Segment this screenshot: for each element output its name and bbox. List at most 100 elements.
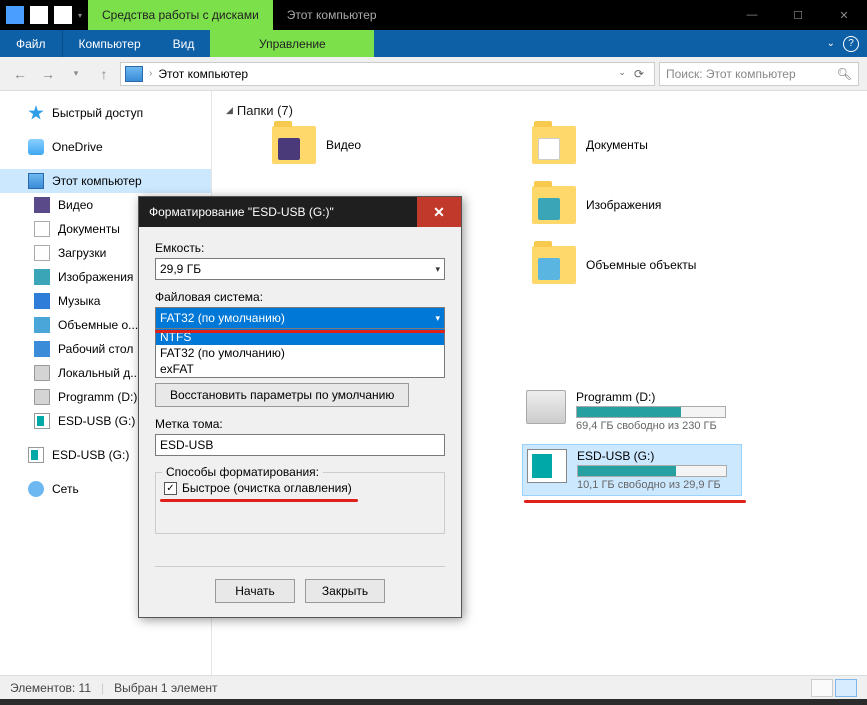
quick-access-toolbar: ▾ (0, 0, 88, 30)
folder-label: Видео (326, 138, 361, 152)
drive-icon (34, 365, 50, 381)
minimize-button[interactable]: — (729, 0, 775, 30)
capacity-value: 29,9 ГБ (160, 262, 201, 276)
desktop-icon (34, 341, 50, 357)
search-input[interactable]: Поиск: Этот компьютер 🔍︎ (659, 62, 859, 86)
document-icon (34, 221, 50, 237)
nav-back-button[interactable]: ← (8, 62, 32, 86)
folder-video[interactable]: Видео (272, 126, 361, 164)
filesystem-select[interactable]: FAT32 (по умолчанию) ▾ (155, 307, 445, 329)
folder-icon (532, 246, 576, 284)
app-icon-3 (54, 6, 72, 24)
annotation-underline (160, 499, 358, 502)
start-button[interactable]: Начать (215, 579, 295, 603)
location-pc-icon (125, 66, 143, 82)
capacity-bar (576, 406, 726, 418)
sidebar-quick-access[interactable]: Быстрый доступ (0, 101, 211, 125)
sidebar-label: Изображения (58, 270, 133, 284)
usb-drive-icon (527, 449, 567, 483)
annotation-underline (524, 500, 746, 503)
search-placeholder: Поиск: Этот компьютер (666, 67, 796, 81)
menu-view[interactable]: Вид (157, 30, 211, 57)
sidebar-label: Этот компьютер (52, 174, 142, 188)
close-dialog-button[interactable]: Закрыть (305, 579, 385, 603)
explorer-icon (6, 6, 24, 24)
folder-documents[interactable]: Документы (532, 126, 648, 164)
annotation-underline (155, 330, 445, 333)
drive-programm[interactable]: Programm (D:) 69,4 ГБ свободно из 230 ГБ (522, 386, 742, 436)
capacity-bar (577, 465, 727, 477)
status-item-count: Элементов: 11 (10, 681, 91, 695)
fs-option-fat32[interactable]: FAT32 (по умолчанию) (156, 345, 444, 361)
breadcrumb-chevron-icon: › (149, 68, 152, 79)
sidebar-label: Документы (58, 222, 120, 236)
folder-label: Объемные объекты (586, 258, 696, 272)
network-icon (28, 481, 44, 497)
folder-icon (272, 126, 316, 164)
folder-3dobjects[interactable]: Объемные объекты (532, 246, 696, 284)
sidebar-label: Музыка (58, 294, 100, 308)
sidebar-label: ESD-USB (G:) (52, 448, 129, 462)
view-tiles-button[interactable] (835, 679, 857, 697)
pc-icon (28, 173, 44, 189)
menu-file[interactable]: Файл (0, 30, 63, 57)
usb-icon (28, 447, 44, 463)
window-title: Этот компьютер (273, 0, 391, 30)
drive-icon (34, 389, 50, 405)
dialog-titlebar[interactable]: Форматирование "ESD-USB (G:)" ✕ (139, 197, 461, 227)
cloud-icon (28, 139, 44, 155)
search-icon[interactable]: 🔍︎ (837, 67, 852, 81)
view-details-button[interactable] (811, 679, 833, 697)
menu-computer[interactable]: Компьютер (63, 30, 157, 57)
format-dialog: Форматирование "ESD-USB (G:)" ✕ Емкость:… (138, 196, 462, 618)
restore-defaults-button[interactable]: Восстановить параметры по умолчанию (155, 383, 409, 407)
address-dropdown-icon[interactable]: ⌄ (618, 67, 626, 81)
image-icon (34, 269, 50, 285)
fs-option-exfat[interactable]: exFAT (156, 361, 444, 377)
section-title: Папки (7) (237, 103, 293, 118)
video-icon (34, 197, 50, 213)
ribbon-menu: Файл Компьютер Вид Управление ⌄ ? (0, 30, 867, 57)
sidebar-onedrive[interactable]: OneDrive (0, 135, 211, 159)
nav-up-button[interactable]: ↑ (92, 62, 116, 86)
drive-name: Programm (D:) (576, 390, 738, 404)
capacity-select[interactable]: 29,9 ГБ ▾ (155, 258, 445, 280)
sidebar-this-pc[interactable]: Этот компьютер (0, 169, 211, 193)
maximize-button[interactable]: ☐ (775, 0, 821, 30)
volume-label-input[interactable]: ESD-USB (155, 434, 445, 456)
address-bar[interactable]: › Этот компьютер ⌄ ⟳ (120, 62, 655, 86)
help-icon[interactable]: ? (843, 36, 859, 52)
sidebar-label: Объемные о... (58, 318, 138, 332)
capacity-label: Емкость: (155, 241, 445, 255)
checkbox-icon: ✓ (164, 482, 177, 495)
collapse-icon[interactable]: ◢ (226, 105, 233, 116)
drive-name: ESD-USB (G:) (577, 449, 737, 463)
star-icon (28, 105, 44, 121)
quick-format-checkbox[interactable]: ✓ Быстрое (очистка оглавления) (164, 481, 436, 495)
nav-forward-button[interactable]: → (36, 62, 60, 86)
address-refresh-icon[interactable]: ⟳ (628, 67, 650, 81)
address-location[interactable]: Этот компьютер (158, 67, 248, 81)
section-folders[interactable]: ◢ Папки (7) (226, 103, 867, 118)
ribbon-expand-icon[interactable]: ⌄ (827, 38, 835, 49)
objects-icon (34, 317, 50, 333)
dialog-title: Форматирование "ESD-USB (G:)" (149, 205, 334, 219)
format-options-fieldset: Способы форматирования: ✓ Быстрое (очист… (155, 472, 445, 534)
sidebar-label: Programm (D:) (58, 390, 137, 404)
drive-capacity-text: 69,4 ГБ свободно из 230 ГБ (576, 420, 738, 432)
drive-esd-usb[interactable]: ESD-USB (G:) 10,1 ГБ свободно из 29,9 ГБ (522, 444, 742, 496)
filesystem-value: FAT32 (по умолчанию) (160, 311, 285, 325)
sidebar-label: OneDrive (52, 140, 103, 154)
folder-images[interactable]: Изображения (532, 186, 661, 224)
sidebar-label: ESD-USB (G:) (58, 414, 135, 428)
close-button[interactable]: ✕ (821, 0, 867, 30)
drive-capacity-text: 10,1 ГБ свободно из 29,9 ГБ (577, 479, 737, 491)
dialog-close-button[interactable]: ✕ (417, 197, 461, 227)
ribbon-context-label: Средства работы с дисками (88, 0, 273, 30)
format-methods-label: Способы форматирования: (162, 465, 323, 479)
menu-manage[interactable]: Управление (210, 30, 374, 57)
folder-icon (532, 186, 576, 224)
nav-recent-icon[interactable]: ▾ (64, 62, 88, 86)
qat-overflow[interactable]: ▾ (78, 11, 82, 20)
sidebar-label: Сеть (52, 482, 79, 496)
